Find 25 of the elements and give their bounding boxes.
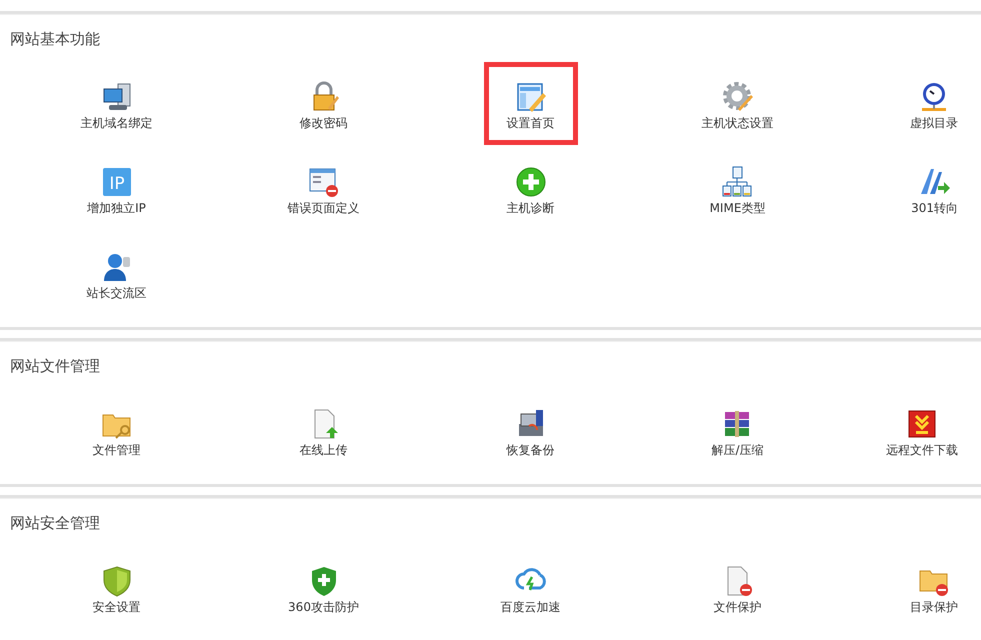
function-link[interactable]: 修改密码 — [276, 62, 370, 145]
function-link[interactable]: 远程文件下载 — [863, 389, 981, 472]
function-link[interactable]: 文件保护 — [690, 546, 784, 629]
function-link[interactable]: 恢复备份 — [484, 389, 578, 472]
function-link[interactable]: 主机状态设置 — [678, 62, 796, 145]
function-link[interactable]: 虚拟目录 — [887, 62, 981, 145]
function-link[interactable]: 错误页面定义 — [264, 147, 382, 230]
function-link[interactable]: 主机诊断 — [484, 147, 578, 230]
function-link[interactable]: IP 增加独立IP — [64, 147, 169, 230]
function-link[interactable]: 文件管理 — [70, 389, 164, 472]
function-link[interactable]: 301转向 — [888, 147, 981, 230]
ip-icon: IP — [100, 166, 132, 198]
function-link[interactable]: 安全设置 — [70, 546, 164, 629]
function-link[interactable]: 百度云加速 — [478, 546, 584, 629]
function-link[interactable]: 解压/压缩 — [688, 389, 787, 472]
highlighted-function-link[interactable]: 设置首页 — [484, 62, 578, 145]
function-link[interactable]: 站长交流区 — [64, 232, 170, 315]
function-link[interactable]: 主机域名绑定 — [58, 62, 176, 145]
section-title: 网站文件管理 — [9, 356, 101, 376]
function-link[interactable]: MIME类型 — [686, 147, 788, 230]
function-link[interactable]: 目录保护 — [887, 546, 981, 629]
function-link[interactable]: 360攻击防护 — [265, 546, 382, 629]
function-link[interactable]: 在线上传 — [276, 389, 370, 472]
section-title: 网站安全管理 — [9, 513, 101, 533]
section-title: 网站基本功能 — [9, 29, 101, 49]
